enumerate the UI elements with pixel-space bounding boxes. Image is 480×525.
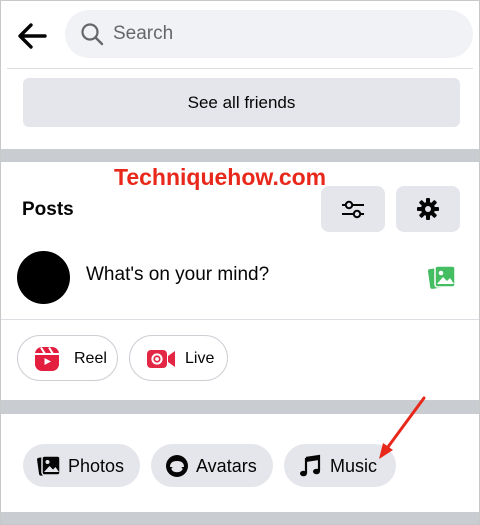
avatar-icon [166, 455, 188, 477]
live-video-icon [147, 350, 175, 368]
watermark-text: Techniquehow.com [114, 164, 327, 190]
back-button[interactable] [15, 21, 51, 51]
photos-label: Photos [68, 456, 125, 476]
avatars-button[interactable]: Avatars [151, 444, 273, 487]
arrow-left-icon [18, 23, 47, 49]
search-bar[interactable]: Search [65, 10, 473, 58]
bottom-divider [1, 512, 479, 524]
see-all-friends-button[interactable]: See all friends [23, 78, 460, 127]
live-label: Live [185, 350, 215, 367]
photo-icon [427, 265, 456, 289]
avatars-label: Avatars [196, 456, 257, 476]
gear-icon [417, 198, 439, 220]
avatar[interactable] [17, 251, 70, 304]
reel-button[interactable]: Reel [17, 335, 118, 381]
sliders-icon [342, 200, 364, 219]
search-icon [81, 23, 104, 46]
divider [1, 319, 479, 320]
add-photo-button[interactable] [427, 264, 456, 295]
reel-icon [35, 346, 59, 371]
posts-heading: Posts [22, 199, 74, 220]
music-note-icon [300, 454, 321, 477]
search-placeholder: Search [113, 23, 174, 44]
music-label: Music [330, 456, 378, 476]
section-divider [1, 149, 479, 162]
photos-button[interactable]: Photos [23, 444, 140, 487]
reel-label: Reel [74, 350, 107, 367]
composer-prompt[interactable]: What's on your mind? [86, 264, 269, 286]
live-button[interactable]: Live [129, 335, 228, 381]
settings-button[interactable] [396, 186, 460, 232]
photos-icon [37, 455, 61, 476]
facebook-profile-screen: Search See all friends Techniquehow.com … [0, 0, 480, 525]
divider [7, 68, 473, 69]
annotation-arrow [379, 396, 426, 459]
top-section: Search See all friends [1, 1, 479, 149]
filter-button[interactable] [321, 186, 385, 232]
